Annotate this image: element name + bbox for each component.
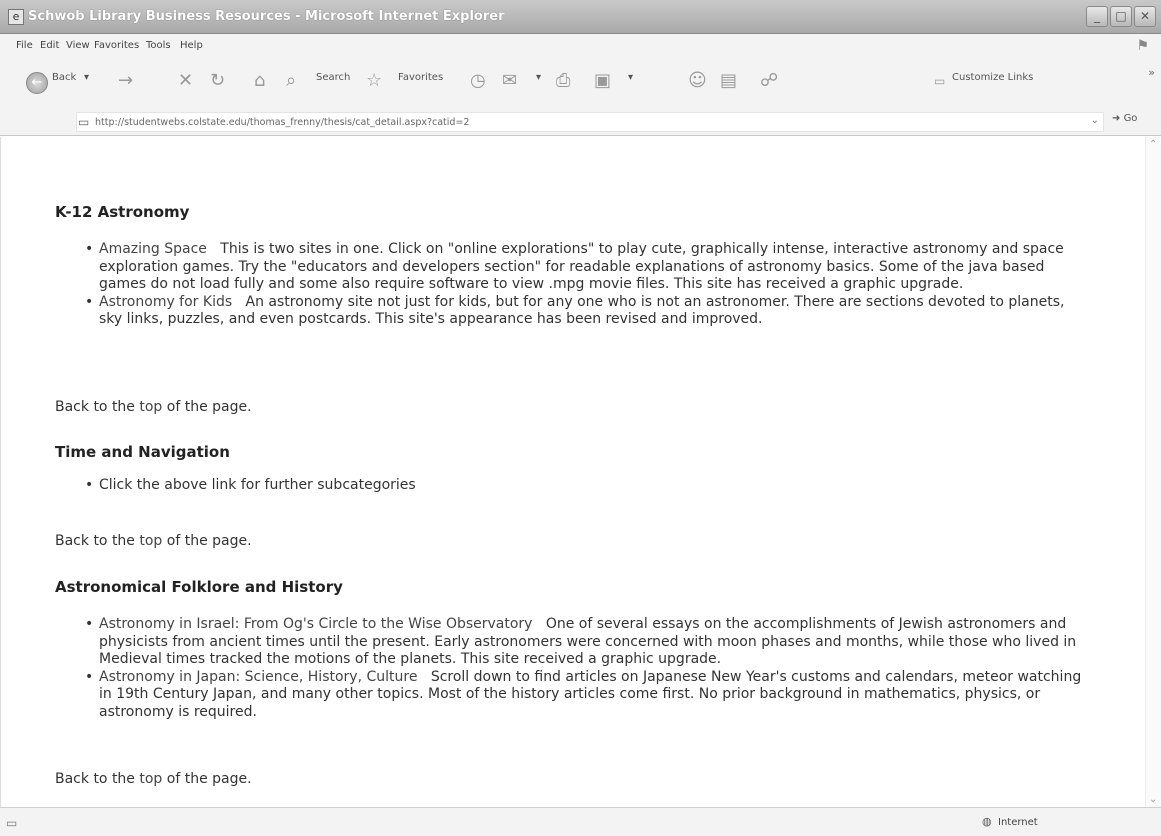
ie-icon: e — [8, 9, 24, 25]
menu-help[interactable]: Help — [180, 40, 203, 51]
list-item: Click the above link for further subcate… — [85, 477, 1089, 495]
status-bar: ▭ ◍ Internet — [0, 807, 1161, 836]
mail-dropdown-icon[interactable]: ▾ — [536, 72, 541, 83]
refresh-icon[interactable]: ↻ — [210, 70, 225, 91]
back-text: Back to the — [55, 533, 140, 549]
search-icon[interactable]: ⌕ — [286, 70, 296, 91]
chevron-down-icon[interactable]: ⌄ — [1091, 115, 1099, 126]
favorites-star-icon[interactable]: ☆ — [366, 70, 382, 91]
chevron-right-icon[interactable]: » — [1148, 66, 1155, 79]
back-to-top: Back to the top of the page. — [55, 771, 252, 787]
url-text[interactable]: http://studentwebs.colstate.edu/thomas_f… — [95, 117, 469, 128]
resource-link[interactable]: Astronomy in Israel: From Og's Circle to… — [99, 616, 532, 632]
address-field[interactable]: ▭ http://studentwebs.colstate.edu/thomas… — [76, 112, 1104, 132]
window-title: Schwob Library Business Resources - Micr… — [28, 9, 505, 24]
menu-edit[interactable]: Edit — [40, 40, 59, 51]
list-item: Astronomy for Kids An astronomy site not… — [85, 293, 1089, 329]
scroll-up-icon[interactable]: ⌃ — [1149, 139, 1157, 150]
list-item: Astronomy in Israel: From Og's Circle to… — [85, 616, 1089, 669]
list-item: Astronomy in Japan: Science, History, Cu… — [85, 669, 1089, 722]
section-time-navigation: Time and Navigation Click the above link… — [1, 443, 1089, 495]
history-icon[interactable]: ◷ — [470, 70, 486, 91]
minimize-button[interactable]: _ — [1086, 6, 1108, 27]
toolbar: ← Back ▾ → ✕ ↻ ⌂ ⌕ Search ☆ Favorites ◷ … — [0, 58, 1161, 108]
research-icon[interactable]: ▤ — [720, 70, 737, 91]
back-to-top: Back to the top of the page. — [55, 533, 252, 549]
menu-favorites[interactable]: Favorites — [94, 40, 139, 51]
list-item: Amazing Space This is two sites in one. … — [85, 241, 1089, 294]
resource-list: Astronomy in Israel: From Og's Circle to… — [85, 616, 1089, 722]
scroll-down-icon[interactable]: ⌄ — [1149, 794, 1157, 805]
resource-list: Click the above link for further subcate… — [85, 477, 1089, 495]
edit-dropdown-icon[interactable]: ▾ — [628, 72, 633, 83]
title-bar: e Schwob Library Business Resources - Mi… — [0, 0, 1161, 34]
menu-tools[interactable]: Tools — [146, 40, 171, 51]
print-icon[interactable]: ⎙ — [556, 70, 570, 91]
section-heading: Time and Navigation — [55, 443, 230, 461]
back-dropdown-icon[interactable]: ▾ — [84, 72, 89, 83]
stop-icon[interactable]: ✕ — [178, 70, 193, 91]
top-link[interactable]: top — [139, 533, 162, 549]
address-bar: ▭ http://studentwebs.colstate.edu/thomas… — [0, 108, 1161, 136]
back-button[interactable]: Back — [52, 72, 76, 83]
back-text-end: of the page. — [162, 771, 252, 787]
section-k12-astronomy: K-12 Astronomy Amazing Space This is two… — [1, 203, 1089, 329]
search-button[interactable]: Search — [316, 72, 350, 83]
resource-link[interactable]: Astronomy in Japan: Science, History, Cu… — [99, 669, 417, 685]
favorites-button[interactable]: Favorites — [398, 72, 443, 83]
resource-link[interactable]: Amazing Space — [99, 241, 207, 257]
forward-icon[interactable]: → — [118, 70, 133, 91]
back-to-top: Back to the top of the page. — [55, 399, 252, 415]
resource-list: Amazing Space This is two sites in one. … — [85, 241, 1089, 329]
top-link[interactable]: top — [139, 771, 162, 787]
back-arrow-icon[interactable]: ← — [26, 72, 48, 94]
go-button[interactable]: ➜ Go — [1112, 113, 1137, 124]
close-button[interactable]: ✕ — [1134, 6, 1156, 27]
resource-link[interactable]: Astronomy for Kids — [99, 294, 232, 310]
back-text: Back to the — [55, 771, 140, 787]
windows-flag-icon: ⚑ — [1136, 38, 1149, 54]
maximize-button[interactable]: □ — [1110, 6, 1132, 27]
page-icon: ▭ — [78, 115, 90, 129]
messenger-icon[interactable]: ☺ — [688, 70, 707, 91]
page-content: K-12 Astronomy Amazing Space This is two… — [0, 137, 1145, 807]
vertical-scrollbar[interactable]: ⌃ ⌄ — [1145, 137, 1161, 807]
section-heading: Astronomical Folklore and History — [55, 578, 343, 596]
back-text-end: of the page. — [162, 399, 252, 415]
resource-description: An astronomy site not just for kids, but… — [99, 293, 1065, 328]
resource-description: Click the above link for further subcate… — [99, 477, 416, 493]
back-text-end: of the page. — [162, 533, 252, 549]
menu-bar: File Edit View Favorites Tools Help ⚑ — [0, 34, 1161, 58]
resource-description: This is two sites in one. Click on "onli… — [99, 241, 1064, 292]
menu-view[interactable]: View — [66, 40, 90, 51]
edit-icon[interactable]: ▣ — [594, 70, 611, 91]
globe-icon: ◍ — [982, 815, 992, 828]
go-label[interactable]: Go — [1124, 113, 1138, 124]
section-heading: K-12 Astronomy — [55, 203, 190, 221]
section-folklore-history: Astronomical Folklore and History Astron… — [1, 578, 1089, 721]
page-status-icon: ▭ — [6, 816, 18, 830]
mail-icon[interactable]: ✉ — [502, 70, 517, 91]
link-page-icon: ▭ — [934, 74, 946, 88]
discuss-icon[interactable]: ☍ — [760, 70, 778, 91]
customize-links-button[interactable]: Customize Links — [952, 72, 1033, 83]
zone-label: Internet — [998, 817, 1038, 828]
home-icon[interactable]: ⌂ — [254, 70, 265, 91]
back-text: Back to the — [55, 399, 140, 415]
menu-file[interactable]: File — [16, 40, 33, 51]
top-link[interactable]: top — [139, 399, 162, 415]
